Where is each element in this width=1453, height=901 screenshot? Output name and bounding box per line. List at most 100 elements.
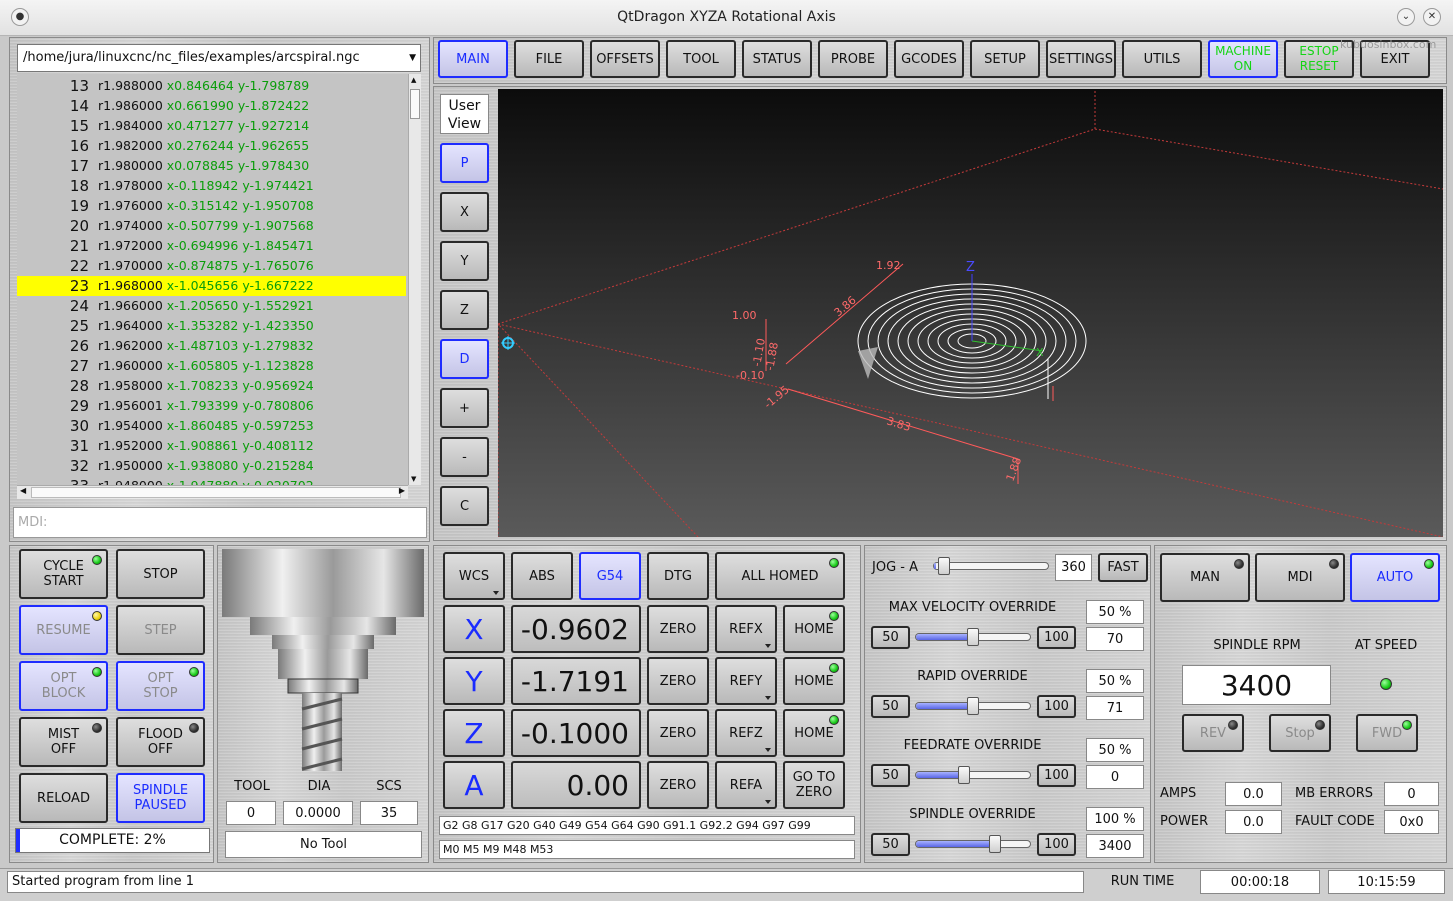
override-min-button[interactable]: 50: [871, 833, 910, 856]
home-y-button[interactable]: HOME: [783, 657, 845, 705]
mist-button[interactable]: MIST OFF: [19, 717, 108, 767]
override-max-button[interactable]: 100: [1037, 833, 1076, 856]
home-z-button[interactable]: HOME: [783, 709, 845, 757]
axis-z-select[interactable]: Z: [443, 709, 505, 757]
slider-handle[interactable]: [988, 835, 1001, 853]
jog-slider[interactable]: [933, 557, 1049, 575]
view-button-z[interactable]: Z: [440, 290, 489, 330]
gcode-line[interactable]: 21 r1.972000 x-0.694996 y-1.845471: [17, 236, 406, 256]
gcode-line[interactable]: 23 r1.968000 x-1.045656 y-1.667222: [17, 276, 406, 296]
mdi-input[interactable]: MDI:: [13, 507, 427, 538]
override-max-button[interactable]: 100: [1037, 764, 1076, 787]
gcode-list[interactable]: 13 r1.988000 x0.846464 y-1.798789 14 r1.986…: [17, 74, 408, 485]
view-button-c[interactable]: C: [440, 486, 489, 526]
go-to-zero-a-button[interactable]: GO TO ZERO: [783, 761, 845, 809]
gcode-line[interactable]: 17 r1.980000 x0.078845 y-1.978430: [17, 156, 406, 176]
user-view-combo[interactable]: User View: [440, 94, 489, 134]
flood-button[interactable]: FLOOD OFF: [116, 717, 205, 767]
spindle-paused-button[interactable]: SPINDLE PAUSED: [116, 773, 205, 823]
tab-status[interactable]: STATUS: [742, 40, 812, 78]
tab-main[interactable]: MAIN: [438, 40, 508, 78]
gcode-line[interactable]: 20 r1.974000 x-0.507799 y-1.907568: [17, 216, 406, 236]
wcs-button[interactable]: WCS: [443, 552, 505, 600]
override-slider[interactable]: [915, 835, 1031, 853]
view-button-y[interactable]: Y: [440, 241, 489, 281]
override-slider[interactable]: [915, 766, 1031, 784]
ref-z-button[interactable]: REFZ: [715, 709, 777, 757]
tab-offsets[interactable]: OFFSETS: [590, 40, 660, 78]
tab-setup[interactable]: SETUP: [970, 40, 1040, 78]
slider-handle[interactable]: [967, 697, 979, 715]
gcode-line[interactable]: 25 r1.964000 x-1.353282 y-1.423350: [17, 316, 406, 336]
axis-y-select[interactable]: Y: [443, 657, 505, 705]
cycle-start-button[interactable]: CYCLE START: [19, 549, 108, 599]
manual-mode-button[interactable]: MAN: [1160, 553, 1250, 602]
jog-rate-field[interactable]: 360: [1055, 554, 1092, 581]
gcode-line[interactable]: 32 r1.950000 x-1.938080 y-0.215284: [17, 456, 406, 476]
gcode-line[interactable]: 27 r1.960000 x-1.605805 y-1.123828: [17, 356, 406, 376]
home-x-button[interactable]: HOME: [783, 605, 845, 653]
ref-a-button[interactable]: REFA: [715, 761, 777, 809]
tab-gcodes[interactable]: GCODES: [894, 40, 964, 78]
gcode-vscrollbar[interactable]: ▲ ▼: [408, 74, 421, 485]
tab-utils[interactable]: UTILS: [1122, 40, 1202, 78]
gcode-3d-preview[interactable]: 1.92 3.86 1.00 -1.10 -1.88 -0.10 -1.95 3…: [498, 89, 1443, 537]
gcode-line[interactable]: 24 r1.966000 x-1.205650 y-1.552921: [17, 296, 406, 316]
opt-stop-button[interactable]: OPT STOP: [116, 661, 205, 711]
view-button-p[interactable]: P: [440, 143, 489, 183]
gcode-line[interactable]: 31 r1.952000 x-1.908861 y-0.408112: [17, 436, 406, 456]
tab-probe[interactable]: PROBE: [818, 40, 888, 78]
slider-handle[interactable]: [957, 766, 970, 784]
gcode-line[interactable]: 18 r1.978000 x-0.118942 y-1.974421: [17, 176, 406, 196]
fast-button[interactable]: FAST: [1098, 553, 1148, 582]
view-button-x[interactable]: X: [440, 192, 489, 232]
stop-button[interactable]: STOP: [116, 549, 205, 599]
view-button-d[interactable]: D: [440, 339, 489, 379]
gcode-line[interactable]: 29 r1.956001 x-1.793399 y-0.780806: [17, 396, 406, 416]
override-slider[interactable]: [915, 628, 1031, 646]
gcode-line[interactable]: 33 r1.948000 x-1.947880 y-0.020702: [17, 476, 406, 485]
gcode-line[interactable]: 30 r1.954000 x-1.860485 y-0.597253: [17, 416, 406, 436]
app-menu-icon[interactable]: ●: [11, 8, 29, 26]
gcode-hscrollbar[interactable]: ◀ ▶: [17, 485, 408, 499]
axis-a-select[interactable]: A: [443, 761, 505, 809]
mdi-mode-button[interactable]: MDI: [1255, 553, 1345, 602]
override-slider[interactable]: [915, 697, 1031, 715]
file-path-combo[interactable]: /home/jura/linuxcnc/nc_files/examples/ar…: [17, 44, 421, 72]
machine-on-button[interactable]: MACHINE ON: [1208, 40, 1278, 78]
g54-button[interactable]: G54: [579, 552, 641, 600]
zero-x-button[interactable]: ZERO: [647, 605, 709, 653]
spindle-reverse-button[interactable]: REV: [1182, 714, 1244, 752]
gcode-line[interactable]: 22 r1.970000 x-0.874875 y-1.765076: [17, 256, 406, 276]
ref-y-button[interactable]: REFY: [715, 657, 777, 705]
override-min-button[interactable]: 50: [871, 764, 910, 787]
opt-block-button[interactable]: OPT BLOCK: [19, 661, 108, 711]
reload-button[interactable]: RELOAD: [19, 773, 108, 823]
tab-file[interactable]: FILE: [514, 40, 584, 78]
view-button-zoom-in[interactable]: +: [440, 388, 489, 428]
override-max-button[interactable]: 100: [1037, 626, 1076, 649]
gcode-line[interactable]: 14 r1.986000 x0.661990 y-1.872422: [17, 96, 406, 116]
gcode-line[interactable]: 28 r1.958000 x-1.708233 y-0.956924: [17, 376, 406, 396]
close-icon[interactable]: ✕: [1423, 8, 1441, 26]
gcode-line[interactable]: 15 r1.984000 x0.471277 y-1.927214: [17, 116, 406, 136]
dtg-button[interactable]: DTG: [647, 552, 709, 600]
zero-z-button[interactable]: ZERO: [647, 709, 709, 757]
zero-a-button[interactable]: ZERO: [647, 761, 709, 809]
override-max-button[interactable]: 100: [1037, 695, 1076, 718]
override-min-button[interactable]: 50: [871, 695, 910, 718]
gcode-line[interactable]: 19 r1.976000 x-0.315142 y-1.950708: [17, 196, 406, 216]
axis-x-select[interactable]: X: [443, 605, 505, 653]
step-button[interactable]: STEP: [116, 605, 205, 655]
abs-button[interactable]: ABS: [511, 552, 573, 600]
ref-x-button[interactable]: REFX: [715, 605, 777, 653]
gcode-line[interactable]: 26 r1.962000 x-1.487103 y-1.279832: [17, 336, 406, 356]
tab-tool[interactable]: TOOL: [666, 40, 736, 78]
zero-y-button[interactable]: ZERO: [647, 657, 709, 705]
override-min-button[interactable]: 50: [871, 626, 910, 649]
view-button-zoom-out[interactable]: -: [440, 437, 489, 477]
spindle-forward-button[interactable]: FWD: [1356, 714, 1418, 752]
auto-mode-button[interactable]: AUTO: [1350, 553, 1440, 602]
spindle-stop-button[interactable]: Stop: [1269, 714, 1331, 752]
resume-button[interactable]: RESUME: [19, 605, 108, 655]
